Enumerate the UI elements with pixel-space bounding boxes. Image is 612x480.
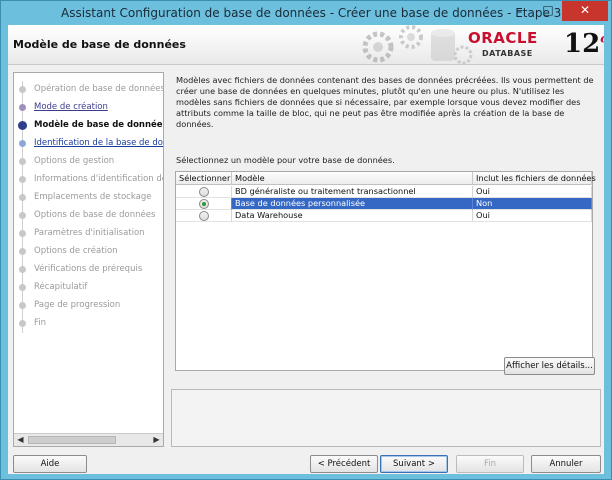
step-item: Fin (14, 315, 163, 333)
steps-navigation: Opération de base de données Mode de créa… (13, 72, 164, 447)
table-header: Sélectionner Modèle Inclut les fichiers … (176, 172, 596, 185)
model-cell: Data Warehouse (232, 210, 473, 222)
cancel-button[interactable]: Annuler (531, 455, 601, 473)
step-marker-icon (19, 302, 26, 309)
step-marker-icon (19, 320, 26, 327)
step-label: Options de base de données (34, 210, 156, 220)
step-label: Récapitulatif (34, 282, 88, 292)
step-item[interactable]: Modèle de base de données (14, 117, 164, 135)
step-marker-icon (19, 230, 26, 237)
template-radio[interactable] (199, 211, 209, 221)
template-table: Sélectionner Modèle Inclut les fichiers … (175, 171, 596, 371)
step-label: Fin (34, 318, 47, 328)
step-item: Options de gestion (14, 153, 163, 171)
column-header-includes-datafiles[interactable]: Inclut les fichiers de données (473, 172, 596, 185)
step-item: Informations d'identification de (14, 171, 164, 189)
logo-version: 12c (564, 29, 604, 59)
model-cell: Base de données personnalisée (232, 198, 473, 210)
column-header-select[interactable]: Sélectionner (176, 172, 232, 185)
gears-decoration-icon (362, 25, 473, 64)
scroll-right-icon[interactable]: ▶ (150, 434, 163, 446)
logo-version-suffix: c (600, 31, 604, 45)
includes-datafiles-cell: Non (473, 198, 592, 210)
step-marker-icon (19, 248, 26, 255)
table-row[interactable]: BD généraliste ou traitement transaction… (176, 186, 592, 198)
model-cell: BD généraliste ou traitement transaction… (232, 186, 473, 198)
step-item: Options de création (14, 243, 163, 261)
column-header-model[interactable]: Modèle (232, 172, 473, 185)
help-button[interactable]: Aide (13, 455, 87, 473)
template-prompt: Sélectionnez un modèle pour votre base d… (176, 155, 395, 165)
template-description: Modèles avec fichiers de données contena… (176, 75, 594, 129)
step-label: Vérifications de prérequis (34, 264, 143, 274)
step-label: Page de progression (34, 300, 121, 310)
step-item: Page de progression (14, 297, 163, 315)
includes-datafiles-cell: Oui (473, 186, 592, 198)
steps-horizontal-scrollbar[interactable]: ◀ ▶ (14, 433, 163, 446)
oracle-logo: ORACLE DATABASE 12c (468, 29, 604, 63)
main-panel: Modèles avec fichiers de données contena… (171, 72, 601, 372)
previous-button[interactable]: < Précédent (310, 455, 378, 473)
step-marker-icon (19, 176, 26, 183)
template-radio[interactable] (199, 187, 209, 197)
step-label: Mode de création (34, 102, 108, 112)
step-label: Opération de base de données (34, 84, 164, 94)
logo-brand: ORACLE (468, 29, 538, 47)
logo-product: DATABASE (482, 49, 533, 58)
template-radio[interactable] (199, 199, 209, 209)
step-marker-icon (19, 104, 26, 111)
dbca-window: Assistant Configuration de base de donné… (0, 0, 612, 480)
step-item: Récapitulatif (14, 279, 163, 297)
step-marker-icon (19, 266, 26, 273)
wizard-client-area: Modèle de base de données ORACLE DATABAS… (8, 25, 604, 474)
select-cell (176, 186, 232, 198)
step-label: Options de gestion (34, 156, 115, 166)
next-button[interactable]: Suivant > (380, 455, 448, 473)
select-cell (176, 210, 232, 222)
step-label: Modèle de base de données (34, 120, 164, 130)
step-label: Paramètres d'initialisation (34, 228, 145, 238)
window-title: Assistant Configuration de base de donné… (61, 6, 604, 20)
step-item[interactable]: Identification de la base de don (14, 135, 164, 153)
step-label: Identification de la base de don (34, 138, 164, 148)
title-bar: Assistant Configuration de base de donné… (1, 1, 611, 25)
show-details-button[interactable]: Afficher les détails... (504, 357, 595, 375)
step-label: Emplacements de stockage (34, 192, 152, 202)
includes-datafiles-cell: Oui (473, 210, 592, 222)
scroll-left-icon[interactable]: ◀ (14, 434, 27, 446)
select-cell (176, 198, 232, 210)
step-item: Paramètres d'initialisation (14, 225, 163, 243)
minimize-button[interactable]: – (506, 1, 534, 21)
scroll-thumb[interactable] (28, 436, 116, 444)
step-label: Options de création (34, 246, 118, 256)
table-row[interactable]: Data Warehouse Oui (176, 210, 592, 222)
message-area (171, 389, 601, 447)
step-item: Options de base de données (14, 207, 163, 225)
step-label: Informations d'identification de (34, 174, 164, 184)
step-item[interactable]: Mode de création (14, 99, 163, 117)
step-item: Emplacements de stockage (14, 189, 163, 207)
step-marker-icon (19, 86, 26, 93)
close-button[interactable]: ✕ (562, 1, 608, 21)
header-banner: Modèle de base de données ORACLE DATABAS… (8, 25, 604, 65)
step-marker-icon (18, 121, 27, 130)
table-row[interactable]: Base de données personnalisée Non (176, 198, 592, 210)
logo-version-number: 12 (564, 29, 601, 59)
step-marker-icon (19, 212, 26, 219)
finish-button[interactable]: Fin (456, 455, 524, 473)
step-item: Vérifications de prérequis (14, 261, 163, 279)
step-marker-icon (19, 140, 26, 147)
maximize-button[interactable]: □ (534, 1, 562, 21)
step-marker-icon (19, 158, 26, 165)
step-marker-icon (19, 194, 26, 201)
page-title: Modèle de base de données (13, 38, 186, 51)
step-item: Opération de base de données (14, 81, 164, 99)
step-marker-icon (19, 284, 26, 291)
